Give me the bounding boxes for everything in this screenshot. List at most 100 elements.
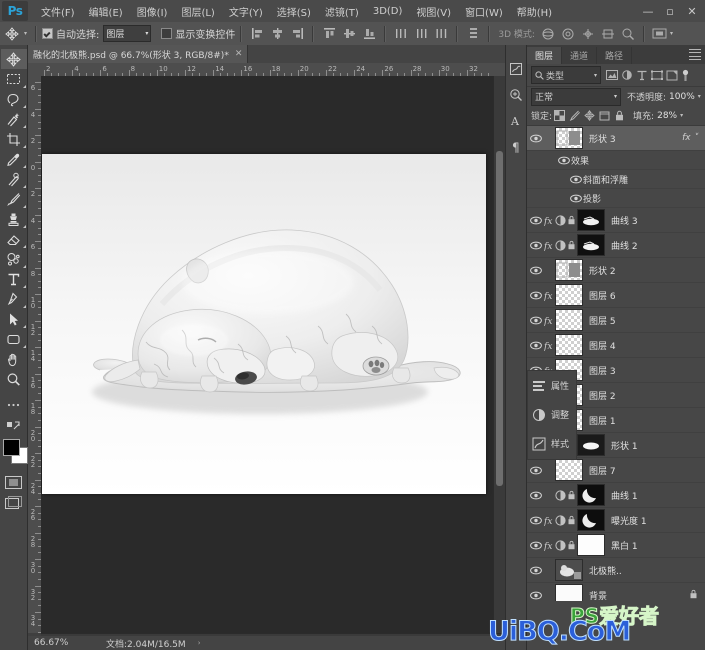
lock-position-icon[interactable]: [582, 108, 597, 123]
layer-effect-row[interactable]: 效果: [527, 151, 705, 170]
filter-pixel-icon[interactable]: [604, 68, 619, 83]
paragraph-icon[interactable]: ¶: [506, 135, 526, 159]
filter-toggle[interactable]: [681, 68, 690, 82]
layer-name[interactable]: 形状 1: [611, 439, 638, 452]
layer-name[interactable]: 图层 4: [589, 339, 616, 352]
layer-visibility-toggle[interactable]: [527, 333, 544, 357]
align-top-edges-icon[interactable]: [321, 25, 337, 42]
layer-fx-indicator[interactable]: [544, 483, 555, 507]
auto-select-target-dropdown[interactable]: 图层 ▾: [103, 25, 151, 42]
layer-effect-row[interactable]: 投影: [527, 189, 705, 208]
layer-name[interactable]: 图层 7: [589, 464, 616, 477]
lock-artboard-icon[interactable]: [597, 108, 612, 123]
layer-thumbnail[interactable]: [555, 334, 583, 356]
character-icon[interactable]: A: [506, 109, 526, 133]
dock-item-styles[interactable]: 样式: [528, 429, 576, 458]
distribute-spacing-icon[interactable]: [465, 25, 481, 42]
layer-row[interactable]: fx 黑白 1: [527, 533, 705, 558]
layer-visibility-toggle[interactable]: [527, 458, 544, 482]
effect-visibility-toggle[interactable]: [556, 151, 571, 169]
menu-image[interactable]: 图像(I): [130, 2, 175, 21]
canvas-area[interactable]: [41, 76, 505, 633]
layer-row[interactable]: fx 图层 5: [527, 308, 705, 333]
effect-visibility-toggle[interactable]: [568, 189, 583, 207]
layer-name[interactable]: 曝光度 1: [611, 514, 647, 527]
layer-name[interactable]: 形状 2: [589, 264, 616, 277]
type-tool[interactable]: [1, 269, 27, 289]
layer-row[interactable]: 北极熊..: [527, 558, 705, 583]
distribute-right-icon[interactable]: [433, 25, 449, 42]
layer-fx-indicator[interactable]: fx: [544, 283, 555, 307]
menu-3d[interactable]: 3D(D): [366, 4, 410, 19]
layer-visibility-toggle[interactable]: [527, 583, 544, 601]
eyedropper-tool[interactable]: [1, 149, 27, 169]
layer-link-cell[interactable]: [566, 208, 577, 232]
three-d-scale-icon[interactable]: [620, 25, 636, 42]
layer-list[interactable]: 形状 3fx ˅效果斜面和浮雕投影fx曲线 3fx曲线 2形状 2fx图层 6f…: [527, 126, 705, 601]
status-caret-icon[interactable]: ›: [198, 639, 201, 647]
hand-tool[interactable]: [1, 349, 27, 369]
layer-name[interactable]: 黑白 1: [611, 539, 638, 552]
menu-window[interactable]: 窗口(W): [458, 2, 510, 21]
active-tool-move-icon[interactable]: [0, 23, 24, 44]
layer-row[interactable]: fx图层 6: [527, 283, 705, 308]
layer-name[interactable]: 曲线 3: [611, 214, 638, 227]
layer-fx-indicator[interactable]: [544, 558, 555, 582]
quick-selection-tool[interactable]: [1, 109, 27, 129]
layer-fx-indicator[interactable]: fx: [544, 233, 555, 257]
layer-fx-indicator[interactable]: fx: [544, 333, 555, 357]
layer-thumbnail[interactable]: [555, 584, 583, 601]
layer-mask-thumbnail[interactable]: [577, 209, 605, 231]
clone-stamp-tool[interactable]: [1, 209, 27, 229]
layer-visibility-toggle[interactable]: [527, 533, 544, 557]
layer-visibility-toggle[interactable]: [527, 283, 544, 307]
panel-menu-icon[interactable]: [689, 49, 701, 60]
layer-visibility-toggle[interactable]: [527, 208, 544, 232]
layer-visibility-toggle[interactable]: [527, 508, 544, 532]
minimize-icon[interactable]: —: [637, 1, 659, 21]
rectangular-marquee-tool[interactable]: [1, 69, 27, 89]
layer-row[interactable]: fx 曝光度 1: [527, 508, 705, 533]
layer-thumbnail[interactable]: [555, 127, 583, 149]
blend-mode-dropdown[interactable]: 正常 ▾: [531, 88, 621, 106]
eraser-tool[interactable]: [1, 229, 27, 249]
pen-tool[interactable]: [1, 289, 27, 309]
maximize-icon[interactable]: ▫: [659, 1, 681, 21]
shape-tool[interactable]: [1, 329, 27, 349]
layer-fx-indicator[interactable]: fx: [544, 508, 555, 532]
layer-thumbnail[interactable]: [555, 559, 583, 581]
auto-select-checkbox[interactable]: [42, 28, 53, 39]
close-icon[interactable]: ✕: [681, 1, 703, 21]
history-icon[interactable]: [506, 57, 526, 81]
layer-name[interactable]: 图层 5: [589, 314, 616, 327]
layer-mask-thumbnail[interactable]: [577, 534, 605, 556]
document-canvas[interactable]: [42, 154, 486, 494]
layer-link-cell[interactable]: [566, 533, 577, 557]
layer-thumbnail[interactable]: [555, 309, 583, 331]
clone-source-icon[interactable]: [506, 83, 526, 107]
document-tab[interactable]: 融化的北极熊.psd @ 66.7%(形状 3, RGB/8#)* ✕: [28, 45, 248, 63]
lock-image-pixels-icon[interactable]: [567, 108, 582, 123]
gradient-tool[interactable]: [1, 249, 27, 269]
layer-row[interactable]: fx曲线 3: [527, 208, 705, 233]
align-right-edges-icon[interactable]: [289, 25, 305, 42]
layer-fx-indicator[interactable]: [544, 258, 555, 282]
zoom-tool[interactable]: [1, 369, 27, 389]
quick-mask-icon[interactable]: [1, 472, 27, 492]
opacity-caret-icon[interactable]: ▾: [698, 93, 701, 100]
align-left-edges-icon[interactable]: [249, 25, 265, 42]
menu-help[interactable]: 帮助(H): [510, 2, 559, 21]
fill-value[interactable]: 28%: [657, 111, 677, 121]
layer-fx-indicator[interactable]: fx: [544, 308, 555, 332]
lasso-tool[interactable]: [1, 89, 27, 109]
layer-thumbnail[interactable]: [555, 459, 583, 481]
layer-thumbnail[interactable]: [555, 259, 583, 281]
menu-view[interactable]: 视图(V): [409, 2, 458, 21]
tab-paths[interactable]: 路径: [597, 47, 632, 64]
three-d-slide-icon[interactable]: [600, 25, 616, 42]
layer-fx-indicator[interactable]: fx: [544, 533, 555, 557]
layer-thumbnail[interactable]: [555, 284, 583, 306]
filter-kind-dropdown[interactable]: 类型 ▾: [531, 66, 601, 84]
layer-effect-row[interactable]: 斜面和浮雕: [527, 170, 705, 189]
layer-fx-indicator[interactable]: [544, 458, 555, 482]
